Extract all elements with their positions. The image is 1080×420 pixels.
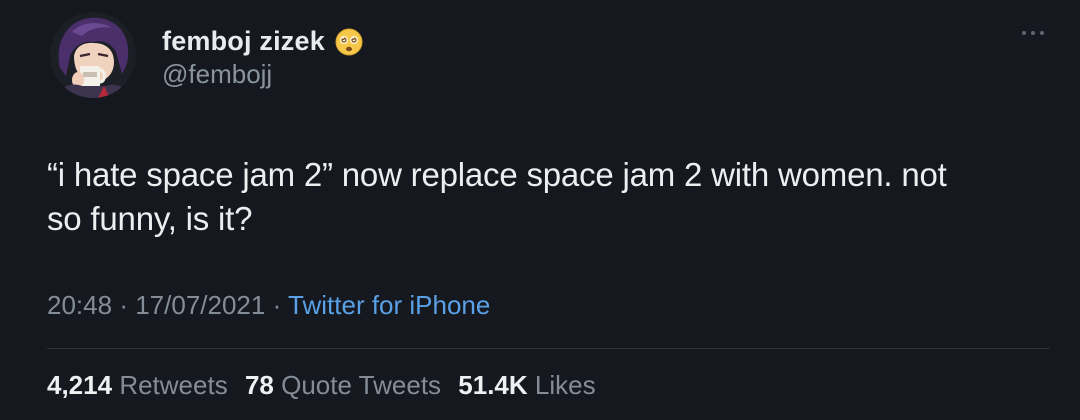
display-name[interactable]: femboj zizek — [162, 26, 325, 57]
dizzy-face-emoji-icon — [335, 28, 363, 56]
divider — [47, 348, 1050, 349]
quote-tweets-label: Quote Tweets — [281, 370, 442, 400]
likes-count: 51.4K — [458, 370, 528, 400]
likes-stat[interactable]: 51.4K Likes — [458, 370, 595, 400]
quote-tweets-stat[interactable]: 78 Quote Tweets — [245, 370, 441, 400]
tweet-time[interactable]: 20:48 — [47, 290, 112, 320]
tweet-card: femboj zizek @fembojj “i hate space jam … — [0, 0, 1080, 420]
more-options-button[interactable] — [1020, 26, 1046, 40]
retweets-count: 4,214 — [47, 370, 113, 400]
author-name-row[interactable]: femboj zizek — [162, 24, 363, 58]
tweet-text-line: “i hate space jam 2” now replace space j… — [47, 156, 947, 193]
author-handle[interactable]: @fembojj — [162, 59, 272, 90]
meta-separator: · — [272, 290, 282, 320]
tweet-source-link[interactable]: Twitter for iPhone — [288, 290, 490, 320]
tweet-text-line: so funny, is it? — [47, 200, 253, 237]
meta-separator: · — [119, 290, 128, 320]
ellipsis-icon — [1022, 31, 1044, 35]
retweets-stat[interactable]: 4,214 Retweets — [47, 370, 228, 400]
retweets-label: Retweets — [119, 370, 228, 400]
avatar[interactable] — [50, 12, 136, 98]
tweet-stats: 4,214 Retweets 78 Quote Tweets 51.4K Lik… — [47, 370, 596, 401]
tweet-meta: 20:48 · 17/07/2021 · Twitter for iPhone — [47, 290, 490, 321]
tweet-date[interactable]: 17/07/2021 — [135, 290, 265, 320]
likes-label: Likes — [534, 370, 596, 400]
tweet-text: “i hate space jam 2” now replace space j… — [47, 153, 1047, 241]
anime-character-avatar-icon — [50, 12, 136, 98]
quote-tweets-count: 78 — [244, 370, 274, 400]
